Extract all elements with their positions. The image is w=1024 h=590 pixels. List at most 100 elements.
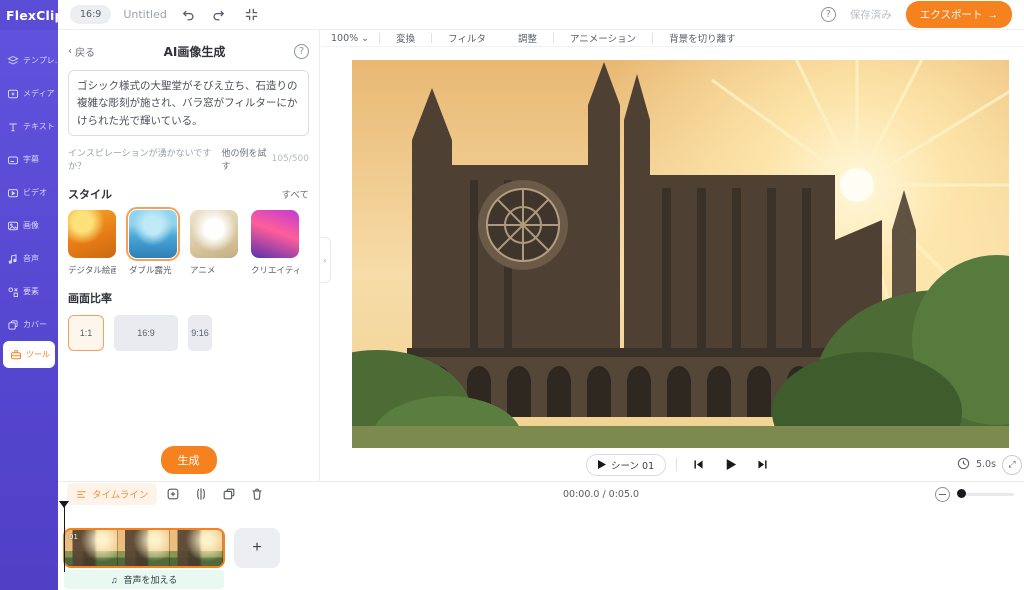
sidebar-item-templates[interactable]: テンプレ… [0,44,58,77]
sidebar-item-label: 画像 [23,220,39,231]
scene-duration[interactable]: 5.0s [976,459,996,470]
toolbar-remove-background[interactable]: 背景を切り離す [653,31,752,45]
add-scene-icon[interactable] [161,484,185,504]
clip-frame [118,530,171,566]
ratio-label: 画面比率 [68,290,112,306]
sidebar-item-label: テンプレ… [23,55,58,66]
split-icon[interactable] [189,484,213,504]
toolbar-adjust[interactable]: 調整 [502,31,553,45]
styles-all-link[interactable]: すべて [282,187,309,201]
ai-image-panel: ‹ 戻る AI画像生成 ? ゴシック様式の大聖堂がそびえ立ち、石造りの複雑な彫刻… [58,30,320,481]
clock-icon [957,457,970,473]
sidebar-item-cover[interactable]: カバー [0,308,58,341]
toolbar-transform[interactable]: 変換 [380,31,431,45]
style-thumbnail [251,210,299,258]
export-label: エクスポート [920,7,983,22]
sidebar-item-video[interactable]: ビデオ [0,176,58,209]
sidebar-item-tools[interactable]: ツール [3,341,55,368]
flexclip-logo[interactable]: FlexClip [0,0,58,30]
style-thumbnail [190,210,238,258]
back-button[interactable]: ‹ 戻る [68,44,95,59]
sidebar-item-elements[interactable]: 要素 [0,275,58,308]
stage [321,47,1024,448]
ratio-9-16-button[interactable]: 9:16 [188,315,212,351]
top-header: 16:9 Untitled ? 保存済み エクスポート → [58,0,1024,30]
try-examples-link[interactable]: 他の例を試す [222,146,272,172]
sidebar-item-text[interactable]: テキスト [0,110,58,143]
sidebar-item-label: ツール [26,349,50,360]
zoom-dropdown[interactable]: 100% ⌄ [321,33,379,44]
style-digital-painting[interactable]: デジタル絵画 [68,210,116,276]
style-thumbnail [68,210,116,258]
sidebar-item-subtitles[interactable]: 字幕 [0,143,58,176]
timeline-icon [76,489,87,500]
panel-collapse-handle[interactable]: ‹ [320,237,331,283]
timeline-label: タイムライン [92,487,148,501]
sidebar-item-label: 字幕 [23,154,39,165]
toolbar-animation[interactable]: アニメーション [554,31,652,45]
sidebar-item-audio[interactable]: 音声 [0,242,58,275]
play-button[interactable] [719,454,741,476]
back-chevron-icon: ‹ [68,46,72,57]
project-ratio-badge[interactable]: 16:9 [70,5,111,24]
sidebar-item-media[interactable]: メディア [0,77,58,110]
timeline-zoom-out-icon[interactable]: − [935,487,950,502]
timeline-tracks: 01 + ♫ 音声を加える [58,506,1024,590]
clip-frame [170,530,223,566]
styles-label: スタイル [68,186,112,202]
video-clip[interactable]: 01 [63,528,225,568]
add-audio-label: 音声を加える [124,573,178,586]
panel-title: AI画像生成 [95,43,294,60]
inspiration-text: インスピレーションが湧かないですか？ [68,146,218,172]
project-title[interactable]: Untitled [123,8,167,21]
canvas-preview[interactable] [352,60,1009,448]
previous-scene-button[interactable] [687,454,709,476]
scene-selector[interactable]: シーン 01 [586,454,666,476]
sidebar-item-label: テキスト [23,121,55,132]
delete-icon[interactable] [245,484,269,504]
sidebar-item-label: ビデオ [23,187,47,198]
char-counter: 105/500 [272,154,309,164]
expand-icon[interactable]: ⤢ [1002,455,1022,475]
style-name: アニメ [190,264,238,276]
sidebar-item-image[interactable]: 画像 [0,209,58,242]
cathedral-image [352,60,1009,448]
style-name: クリエイティブ [251,264,299,276]
playhead[interactable] [59,501,70,508]
divider [676,458,677,471]
panel-help-icon[interactable]: ? [294,44,309,59]
style-anime[interactable]: アニメ [190,210,238,276]
export-button[interactable]: エクスポート → [906,1,1012,28]
music-note-icon: ♫ [111,575,118,585]
zoom-value: 100% [331,33,358,44]
duplicate-icon[interactable] [217,484,241,504]
export-arrow-icon: → [988,9,999,21]
add-audio-button[interactable]: ♫ 音声を加える [64,570,224,589]
generate-button[interactable]: 生成 [161,446,217,474]
sidebar-item-label: カバー [23,319,47,330]
zoom-slider-handle[interactable] [957,489,966,498]
toolbar-filter[interactable]: フィルタ [432,31,502,45]
timeline-toolbar: タイムライン 00:00.0 / 0:05.0 − [58,481,1024,506]
prompt-input[interactable]: ゴシック様式の大聖堂がそびえ立ち、石造りの複雑な彫刻が施され、バラ窓がフィルター… [68,70,309,136]
chevron-down-icon: ⌄ [361,33,369,44]
ratio-1-1-button[interactable]: 1:1 [68,315,104,351]
play-icon [598,460,606,469]
sidebar-item-label: 音声 [23,253,39,264]
timeline-zoom-slider[interactable] [958,493,1014,496]
clip-number-badge: 01 [69,533,78,541]
timeline-toggle-button[interactable]: タイムライン [67,483,157,505]
ratio-16-9-button[interactable]: 16:9 [114,315,178,351]
style-double-exposure[interactable]: ダブル露光 [129,210,177,276]
style-name: ダブル露光 [129,264,177,276]
add-clip-button[interactable]: + [234,528,280,568]
undo-icon[interactable] [177,4,199,26]
style-creative[interactable]: クリエイティブ [251,210,299,276]
style-name: デジタル絵画 [68,264,116,276]
help-icon[interactable]: ? [821,7,836,22]
redo-icon[interactable] [209,4,231,26]
canvas-toolbar: 100% ⌄ 変換 フィルタ 調整 アニメーション 背景を切り離す [321,30,1024,47]
collapse-view-icon[interactable] [241,4,263,26]
saved-status: 保存済み [850,7,892,22]
next-scene-button[interactable] [751,454,773,476]
